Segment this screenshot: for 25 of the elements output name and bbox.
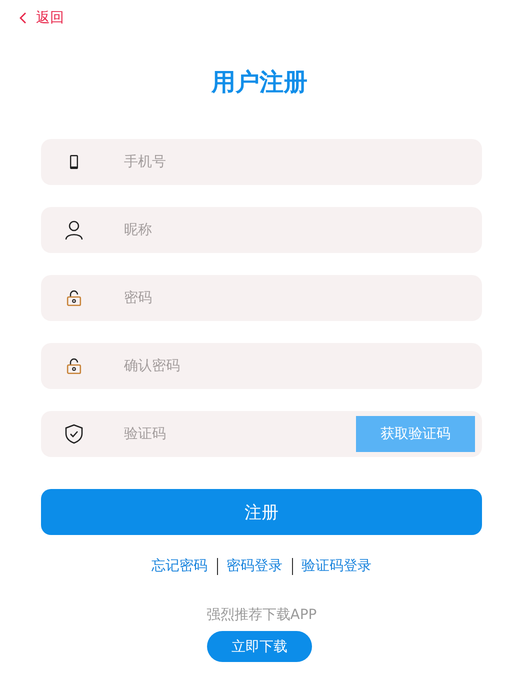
login-option-link[interactable]: 密码登录 [226,557,282,575]
lock-icon [66,358,82,374]
text-input[interactable]: 密码 [107,290,482,306]
input-field[interactable]: 确认密码 [41,343,482,389]
phone-icon [70,155,78,169]
input-field[interactable]: 验证码 获取验证码 [41,411,482,457]
text-input[interactable]: 验证码 [107,426,356,442]
download-button[interactable]: 立即下载 [207,631,312,662]
text-input[interactable]: 确认密码 [107,358,482,374]
input-field[interactable]: 密码 [41,275,482,321]
shield-check-icon [65,424,83,444]
login-option-link[interactable]: 验证码登录 [302,557,372,575]
input-field[interactable]: 昵称 [41,207,482,253]
promo-text: 强烈推荐下载APP [205,606,318,624]
text-input[interactable]: 手机号 [107,154,482,170]
user-icon [65,220,83,240]
back-chevron-icon [19,12,27,24]
register-button[interactable]: 注册 [41,489,482,535]
lock-icon [66,290,82,306]
input-field[interactable]: 手机号 [41,139,482,185]
text-input[interactable]: 昵称 [107,222,482,238]
page-title: 用户注册 [210,67,308,98]
back-link[interactable]: 返回 [19,9,64,27]
login-option-link[interactable]: 忘记密码 [152,557,208,575]
get-code-button[interactable]: 获取验证码 [356,416,475,452]
